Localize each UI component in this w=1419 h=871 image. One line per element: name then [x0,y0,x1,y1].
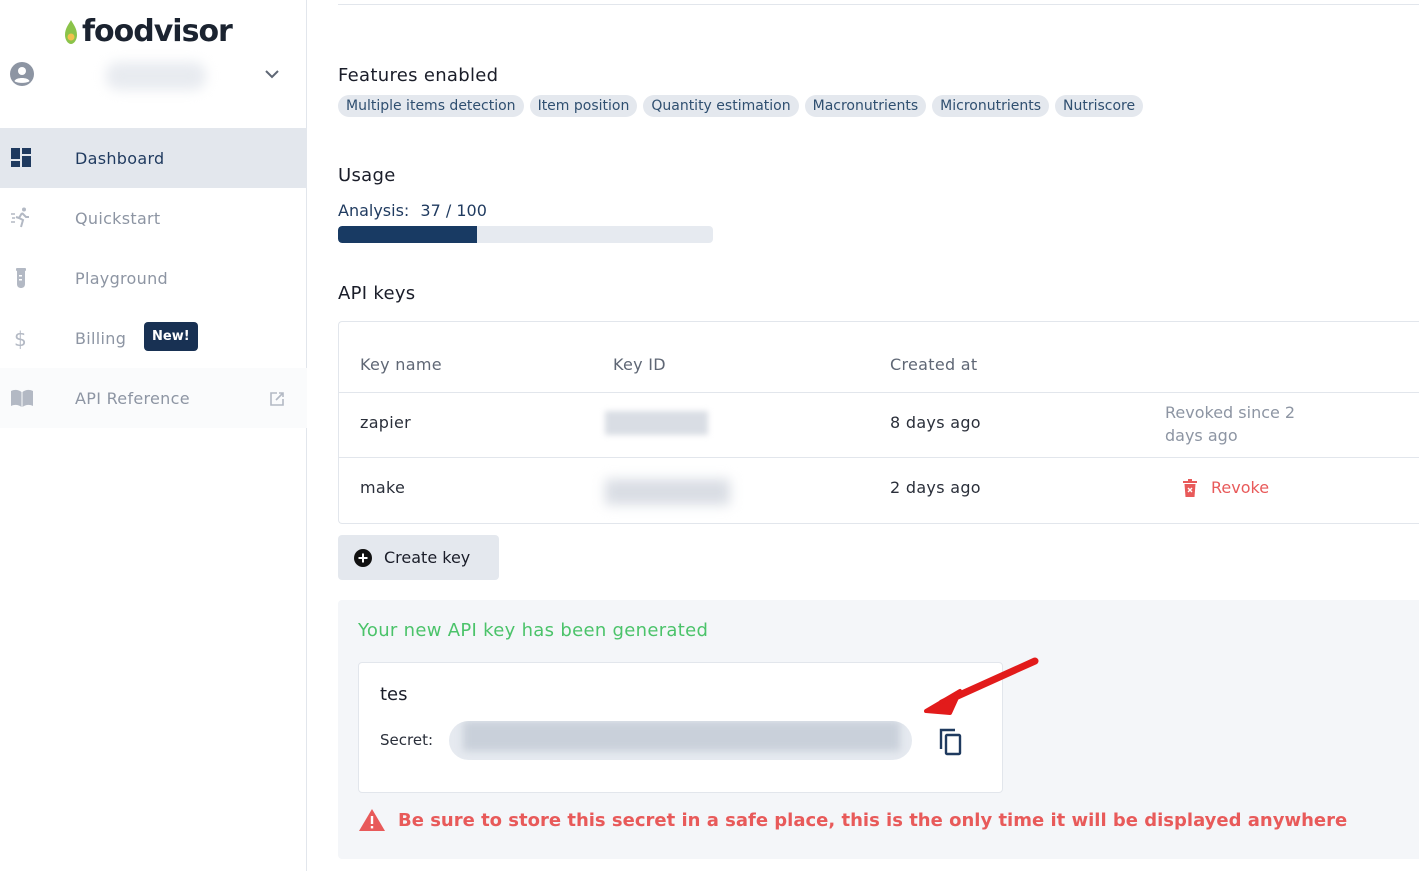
sidebar-item-label: Billing [75,328,127,348]
feature-tag: Nutriscore [1055,95,1144,117]
sidebar-item-label: Dashboard [75,148,165,168]
secret-label: Secret: [380,731,433,749]
runner-icon [11,207,29,228]
new-badge: New! [144,322,198,351]
row-divider [339,457,1419,458]
warning-icon [359,809,385,831]
sidebar-item-billing[interactable]: $ Billing New! [0,308,307,368]
divider [338,4,1419,5]
secret-field[interactable] [449,721,912,760]
features-title: Features enabled [338,65,499,86]
feature-tags: Multiple items detection Item position Q… [338,95,1144,117]
account-name-redacted [106,62,206,90]
sidebar-item-label: API Reference [75,388,190,408]
row-divider [339,392,1419,393]
annotation-arrow [924,657,1039,715]
generated-key-card: tes Secret: [358,662,1003,793]
generated-key-panel: Your new API key has been generated tes … [338,600,1419,859]
chevron-down-icon[interactable] [264,66,280,82]
column-header-created-at: Created at [890,355,978,374]
usage-progress-fill [338,226,477,243]
usage-label-row: Analysis: 37 / 100 [338,201,487,220]
key-name-cell: zapier [360,413,412,432]
api-keys-table: Key name Key ID Created at zapier 8 days… [338,321,1419,524]
generated-key-name: tes [380,684,408,705]
key-id-redacted [605,479,730,505]
sidebar-item-playground[interactable]: Playground [0,248,307,308]
copy-icon[interactable] [937,727,963,757]
sidebar-nav: Dashboard Quickstart Playground $ Billin… [0,128,307,428]
feature-tag: Item position [529,95,638,117]
sidebar-item-label: Quickstart [75,208,161,228]
created-at-cell: 8 days ago [890,413,981,432]
create-key-button[interactable]: Create key [338,535,499,580]
warning-text: Be sure to store this secret in a safe p… [398,809,1348,831]
warning-message: Be sure to store this secret in a safe p… [358,808,1347,832]
generated-key-title: Your new API key has been generated [358,620,709,641]
avocado-logo-icon [65,19,77,44]
sidebar-item-quickstart[interactable]: Quickstart [0,188,307,248]
column-header-key-name: Key name [360,355,442,374]
book-icon [11,389,33,407]
main-content: Features enabled Multiple items detectio… [338,0,1419,871]
usage-progress-bar [338,226,713,243]
create-key-label: Create key [384,548,471,567]
sidebar-item-api-reference[interactable]: API Reference [0,368,307,428]
dashboard-icon [11,148,31,167]
sidebar: foodvisor Dashboard Quickstart Playgroun… [0,0,307,871]
logo[interactable]: foodvisor [62,14,233,49]
dollar-icon: $ [14,327,27,350]
external-link-icon [270,392,284,406]
flask-icon [16,268,26,288]
revoke-button[interactable]: Revoke [1183,478,1269,497]
plus-circle-icon [354,548,372,567]
feature-tag: Quantity estimation [643,95,799,117]
user-avatar-icon [10,62,34,86]
usage-label: Analysis: [338,201,410,220]
usage-title: Usage [338,165,396,186]
sidebar-item-dashboard[interactable]: Dashboard [0,128,307,188]
sidebar-item-label: Playground [75,268,168,288]
trash-icon [1183,478,1197,497]
feature-tag: Multiple items detection [338,95,524,117]
account-selector[interactable] [10,56,290,96]
feature-tag: Micronutrients [932,95,1049,117]
column-header-key-id: Key ID [613,355,666,374]
usage-value: 37 / 100 [420,201,487,220]
secret-redacted [463,721,900,751]
svg-text:$: $ [14,327,27,350]
api-keys-title: API keys [338,283,416,304]
key-name-cell: make [360,478,406,497]
key-id-redacted [605,411,708,435]
revoke-label: Revoke [1211,478,1270,497]
revoked-status: Revoked since 2 days ago [1165,403,1296,445]
created-at-cell: 2 days ago [890,478,981,497]
brand-name: foodvisor [82,14,233,49]
feature-tag: Macronutrients [804,95,927,117]
